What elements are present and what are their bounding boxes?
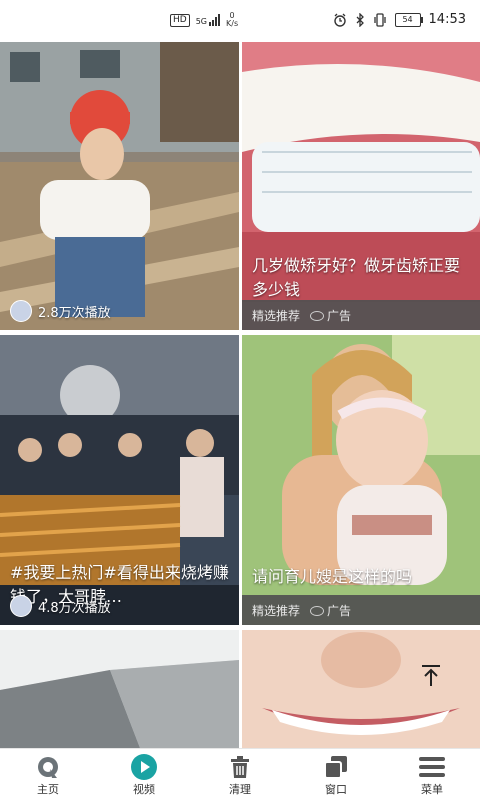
ad-label: 广告 — [327, 603, 352, 618]
net-speed-unit: K/s — [226, 19, 239, 28]
alarm-icon — [333, 13, 346, 27]
video-feed-grid: 2.8万次播放 几岁做矫牙好？做牙齿矫正要多少钱 精选推荐 广告 #我要上热门#… — [0, 42, 480, 748]
ad-label: 广告 — [327, 308, 352, 323]
ad-eye-icon — [310, 311, 325, 321]
ad-tag: 广告 — [310, 307, 351, 324]
feed-card-4[interactable]: 请问育儿嫂是这样的吗 精选推荐 广告 — [242, 335, 480, 625]
arrow-up-icon — [422, 665, 440, 686]
trash-icon — [226, 753, 254, 781]
signal-icon: 5G — [196, 14, 220, 26]
ad-eye-icon — [310, 606, 325, 616]
card-4-title: 请问育儿嫂是这样的吗 — [252, 567, 413, 586]
feed-card-1[interactable]: 2.8万次播放 — [0, 42, 239, 330]
nav-menu[interactable]: 菜单 — [384, 749, 480, 801]
play-icon — [130, 753, 158, 781]
card-1-meta: 2.8万次播放 — [10, 300, 111, 322]
avatar — [10, 300, 32, 322]
ad-source: 精选推荐 — [252, 603, 301, 618]
card-2-title: 几岁做矫牙好？做牙齿矫正要多少钱 — [252, 256, 461, 299]
nav-home[interactable]: 主页 — [0, 749, 96, 801]
scroll-top-button[interactable] — [418, 662, 444, 688]
status-right: 54 14:53 — [333, 12, 466, 27]
nav-windows[interactable]: 窗口 — [288, 749, 384, 801]
card-5-thumbnail — [0, 630, 239, 748]
play-count: 4.8万次播放 — [38, 600, 111, 616]
ad-source: 精选推荐 — [252, 308, 301, 323]
nav-home-label: 主页 — [37, 783, 59, 796]
card-1-thumbnail — [0, 42, 239, 330]
nav-clean-label: 清理 — [229, 783, 251, 796]
nav-video-label: 视频 — [133, 783, 155, 796]
card-6-thumbnail — [242, 630, 480, 748]
bottom-nav: 主页 视频 清理 窗口 菜单 — [0, 748, 480, 801]
hd-badge: HD — [170, 13, 190, 27]
status-time: 14:53 — [428, 12, 466, 27]
battery-icon: 54 — [394, 12, 423, 27]
feed-card-2[interactable]: 几岁做矫牙好？做牙齿矫正要多少钱 精选推荐 广告 — [242, 42, 480, 330]
ad-bar: 精选推荐 广告 — [242, 595, 480, 625]
bluetooth-icon — [356, 12, 364, 27]
feed-card-3[interactable]: #我要上热门#看得出来烧烤赚钱了，大哥脖… 4.8万次播放 — [0, 335, 239, 625]
ad-bar: 精选推荐 广告 — [242, 300, 480, 330]
ad-tag: 广告 — [310, 602, 351, 619]
nav-menu-label: 菜单 — [421, 783, 443, 796]
net-speed: 0 K/s — [226, 12, 238, 28]
menu-icon — [418, 753, 446, 781]
feed-card-6[interactable] — [242, 630, 480, 748]
avatar — [10, 595, 32, 617]
feed-card-5[interactable] — [0, 630, 239, 748]
network-type: 5G — [195, 17, 207, 26]
home-icon — [34, 753, 62, 781]
status-bar: HD 5G 0 K/s 54 14:53 — [0, 0, 480, 40]
play-count: 2.8万次播放 — [38, 305, 111, 321]
nav-clean[interactable]: 清理 — [192, 749, 288, 801]
nav-video[interactable]: 视频 — [96, 749, 192, 801]
card-3-meta: 4.8万次播放 — [10, 595, 111, 617]
status-left: HD 5G 0 K/s — [170, 12, 238, 28]
nav-windows-label: 窗口 — [325, 783, 347, 796]
vibrate-icon — [373, 12, 386, 27]
windows-icon — [322, 753, 350, 781]
